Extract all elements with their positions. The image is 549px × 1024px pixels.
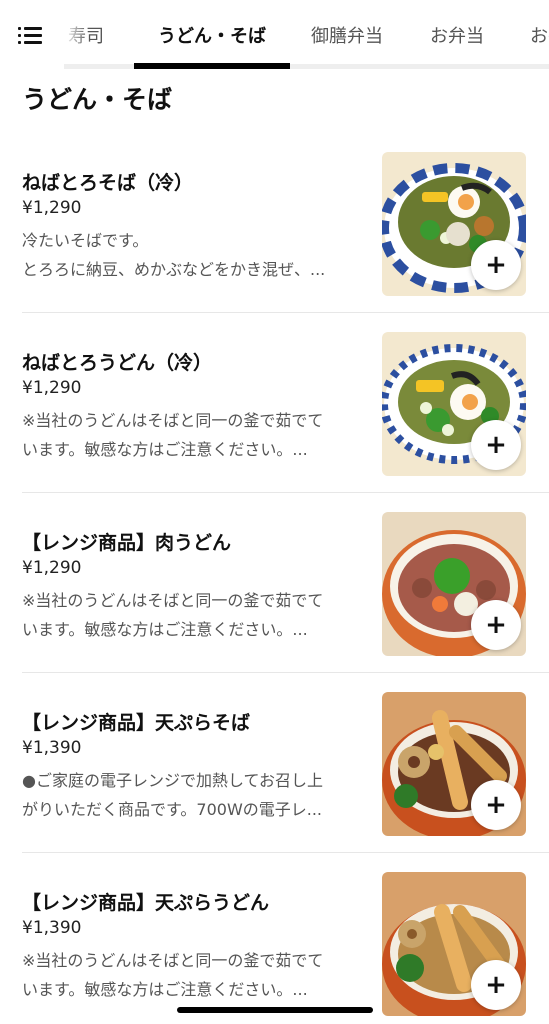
- add-to-cart-button[interactable]: +: [471, 420, 521, 470]
- divider: [22, 492, 549, 493]
- desc-line: ※当社のうどんはそばと同一の釜で茹でて: [22, 411, 324, 430]
- desc-line: 冷たいそばです。: [22, 231, 149, 250]
- menu-item[interactable]: 【レンジ商品】天ぷらそば ¥1,390 ●ご家庭の電子レンジで加熱してお召し上 …: [0, 690, 549, 870]
- item-name: 【レンジ商品】天ぷらうどん: [22, 892, 270, 914]
- home-indicator[interactable]: [177, 1007, 373, 1013]
- item-description: 冷たいそばです。 とろろに納豆、めかぶなどをかき混ぜ、...: [22, 226, 372, 284]
- category-tab-bar: 寿司 うどん・そば 御膳弁当 お弁当 お弁: [0, 0, 549, 70]
- tab-obento[interactable]: お弁当: [430, 22, 484, 48]
- item-price: ¥1,390: [22, 738, 82, 758]
- tab-gozen-bento[interactable]: 御膳弁当: [311, 22, 383, 48]
- desc-line: います。敏感な方はご注意ください。...: [22, 440, 308, 459]
- item-price: ¥1,290: [22, 378, 82, 398]
- item-name: ねばとろうどん（冷）: [22, 352, 213, 374]
- item-description: ●ご家庭の電子レンジで加熱してお召し上 がりいただく商品です。700Wの電子レ.…: [22, 766, 372, 824]
- divider: [22, 312, 549, 313]
- add-to-cart-button[interactable]: +: [471, 960, 521, 1010]
- item-description: ※当社のうどんはそばと同一の釜で茹でて います。敏感な方はご注意ください。...: [22, 406, 372, 464]
- add-to-cart-button[interactable]: +: [471, 240, 521, 290]
- item-name: 【レンジ商品】天ぷらそば: [22, 712, 251, 734]
- desc-line: います。敏感な方はご注意ください。...: [22, 980, 308, 999]
- add-to-cart-button[interactable]: +: [471, 780, 521, 830]
- item-name: ねばとろそば（冷）: [22, 172, 194, 194]
- item-price: ¥1,390: [22, 918, 82, 938]
- desc-line: とろろに納豆、めかぶなどをかき混ぜ、...: [22, 260, 326, 279]
- tab-fade: [64, 0, 88, 66]
- category-tabs: 寿司 うどん・そば 御膳弁当 お弁当 お弁: [64, 0, 549, 66]
- desc-line: ※当社のうどんはそばと同一の釜で茹でて: [22, 951, 324, 970]
- add-to-cart-button[interactable]: +: [471, 600, 521, 650]
- section-title: うどん・そば: [22, 85, 173, 114]
- tab-udon-soba[interactable]: うどん・そば: [158, 22, 266, 48]
- item-description: ※当社のうどんはそばと同一の釜で茹でて います。敏感な方はご注意ください。...: [22, 946, 372, 1004]
- active-tab-indicator: [134, 63, 290, 69]
- item-name: 【レンジ商品】肉うどん: [22, 532, 232, 554]
- menu-item[interactable]: 【レンジ商品】肉うどん ¥1,290 ※当社のうどんはそばと同一の釜で茹でて い…: [0, 510, 549, 690]
- item-price: ¥1,290: [22, 558, 82, 578]
- tab-obento-2[interactable]: お弁: [530, 22, 549, 48]
- desc-line: がりいただく商品です。700Wの電子レ...: [22, 800, 323, 819]
- divider: [22, 672, 549, 673]
- item-description: ※当社のうどんはそばと同一の釜で茹でて います。敏感な方はご注意ください。...: [22, 586, 372, 644]
- desc-line: います。敏感な方はご注意ください。...: [22, 620, 308, 639]
- desc-line: ※当社のうどんはそばと同一の釜で茹でて: [22, 591, 324, 610]
- menu-list-icon[interactable]: [18, 22, 48, 48]
- divider: [22, 852, 549, 853]
- desc-line: ●ご家庭の電子レンジで加熱してお召し上: [22, 771, 324, 790]
- menu-item[interactable]: ねばとろそば（冷） ¥1,290 冷たいそばです。 とろろに納豆、めかぶなどをか…: [0, 150, 549, 330]
- menu-item[interactable]: ねばとろうどん（冷） ¥1,290 ※当社のうどんはそばと同一の釜で茹でて いま…: [0, 330, 549, 510]
- item-price: ¥1,290: [22, 198, 82, 218]
- menu-item[interactable]: 【レンジ商品】天ぷらうどん ¥1,390 ※当社のうどんはそばと同一の釜で茹でて…: [0, 870, 549, 1024]
